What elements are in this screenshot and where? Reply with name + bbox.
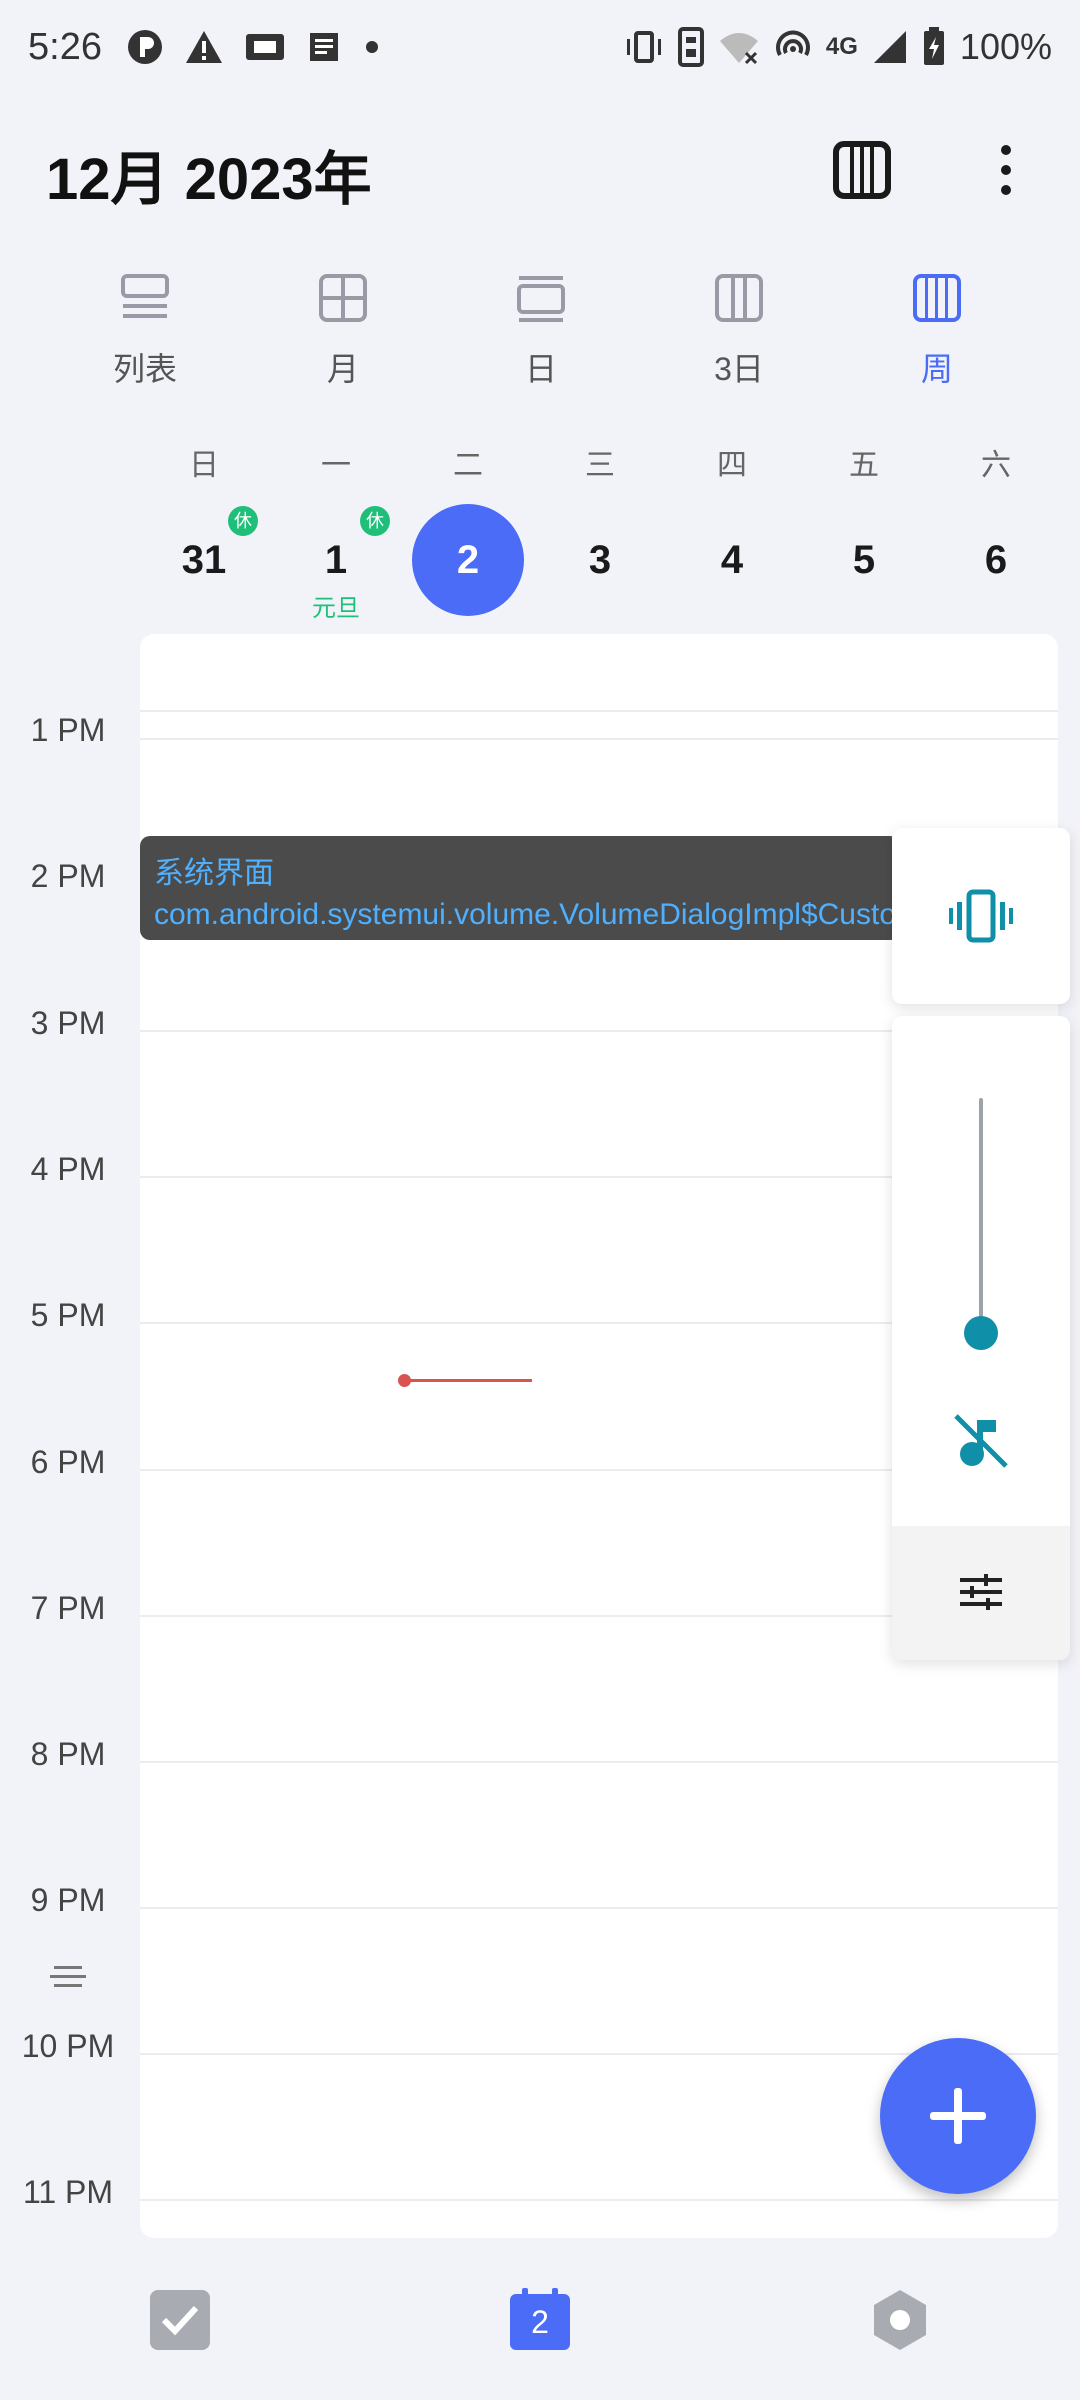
- tab-label: 周: [920, 351, 953, 387]
- tab-label: 日: [524, 351, 557, 387]
- date-cell[interactable]: 休 1 元旦: [270, 500, 402, 630]
- date-cell[interactable]: 5: [798, 500, 930, 630]
- weekday-label: 一: [321, 449, 351, 482]
- cast-icon: [246, 34, 284, 60]
- tab-three-day[interactable]: 3日: [640, 270, 838, 410]
- volume-panel: [892, 1016, 1070, 1660]
- tasks-checkbox-icon: [150, 2290, 210, 2350]
- grid-line: [140, 2199, 1058, 2201]
- view-mode-tabs: 列表 月 日 3日 周: [46, 270, 1036, 410]
- grid-line: [140, 1907, 1058, 1909]
- volume-slider-track[interactable]: [979, 1098, 983, 1348]
- time-label: 3 PM: [30, 1005, 106, 1041]
- current-time-dot: [398, 1374, 411, 1387]
- holiday-badge: 休: [228, 506, 258, 536]
- weekday-label: 四: [717, 449, 747, 482]
- time-label: 2 PM: [30, 858, 106, 894]
- weekday-header: 日 一 二 三 四 五 六: [138, 440, 1062, 484]
- weekday-label: 日: [189, 449, 219, 482]
- add-event-button[interactable]: [880, 2038, 1036, 2194]
- time-label: 5 PM: [30, 1297, 106, 1333]
- tab-week[interactable]: 周: [838, 270, 1036, 410]
- tab-month[interactable]: 月: [244, 270, 442, 410]
- weekday-label: 三: [585, 449, 615, 482]
- notification-icons: [126, 28, 382, 66]
- weekday-label: 六: [981, 449, 1011, 482]
- nav-calendar[interactable]: 2: [508, 2288, 572, 2352]
- network-type-label: 4G: [825, 33, 858, 60]
- day-view-icon: [517, 276, 565, 322]
- tab-day[interactable]: 日: [442, 270, 640, 410]
- date-cell[interactable]: 休 31: [138, 500, 270, 630]
- tab-label: 3日: [714, 351, 764, 387]
- date-number: 4: [720, 538, 744, 582]
- date-number: 5: [852, 538, 876, 582]
- time-axis: 1 PM 2 PM 3 PM 4 PM 5 PM 6 PM 7 PM 8 PM …: [0, 0, 138, 2400]
- weekday-label: 二: [453, 449, 483, 482]
- battery-charging-icon: [923, 27, 944, 65]
- hotspot-icon: [775, 30, 810, 56]
- time-label: 1 PM: [30, 712, 106, 748]
- plus-icon: [930, 2088, 986, 2144]
- date-cell[interactable]: 6: [930, 500, 1062, 630]
- ringer-mode-button[interactable]: [892, 828, 1070, 1004]
- time-label: 6 PM: [30, 1444, 106, 1480]
- warning-icon: [186, 31, 222, 63]
- vibrate-mode-icon: [949, 889, 1013, 943]
- month-view-icon: [319, 274, 367, 322]
- toast-body: com.android.systemui.volume.VolumeDialog…: [154, 898, 900, 931]
- status-bar: 5:26 4G 100%: [0, 0, 1080, 100]
- vibrate-icon: [626, 31, 661, 63]
- weekday-label: 五: [849, 449, 879, 482]
- battery-percent: 100%: [959, 26, 1052, 67]
- sim-icon: [677, 27, 704, 67]
- nav-tasks[interactable]: [148, 2288, 212, 2352]
- date-number: 3: [588, 538, 612, 582]
- date-number: 2: [456, 538, 480, 582]
- system-toast: 系统界面 com.android.systemui.volume.VolumeD…: [140, 836, 900, 940]
- week-view-toggle-icon[interactable]: [830, 138, 894, 202]
- system-icons: 4G 100%: [624, 26, 1052, 68]
- grid-line: [140, 738, 1058, 740]
- holiday-badge: 休: [360, 506, 390, 536]
- date-cell-today[interactable]: 2: [402, 500, 534, 630]
- wifi-off-icon: [719, 33, 758, 65]
- date-number: 1: [324, 538, 348, 582]
- sound-settings-icon[interactable]: [958, 1572, 1004, 1612]
- three-day-view-icon: [715, 274, 763, 322]
- time-label: 10 PM: [21, 2028, 115, 2064]
- date-number: 6: [984, 538, 1008, 582]
- settings-hexagon-icon: [874, 2290, 926, 2350]
- music-muted-icon[interactable]: [950, 1410, 1012, 1472]
- time-label: 11 PM: [22, 2174, 114, 2210]
- week-view-icon: [913, 274, 961, 322]
- grid-line: [140, 1761, 1058, 1763]
- time-label: 7 PM: [30, 1590, 106, 1626]
- calendar-today-number: 2: [531, 2304, 549, 2340]
- volume-settings-area: [892, 1526, 1070, 1660]
- time-label: 9 PM: [30, 1882, 106, 1918]
- bottom-navigation: 2: [0, 2250, 1080, 2400]
- more-notifications-dot-icon: [366, 41, 378, 53]
- volume-slider-thumb[interactable]: [964, 1316, 998, 1350]
- week-dates-row: 休 31 休 1 元旦 2 3 4 5 6: [138, 500, 1062, 630]
- date-number: 31: [181, 538, 227, 582]
- date-cell[interactable]: 3: [534, 500, 666, 630]
- signal-icon: [873, 31, 906, 63]
- date-cell[interactable]: 4: [666, 500, 798, 630]
- current-time-line: [404, 1379, 532, 1382]
- collapse-hours-icon[interactable]: [48, 1962, 88, 1992]
- more-options-icon[interactable]: [976, 138, 1036, 202]
- news-icon: [310, 33, 338, 61]
- time-label: 8 PM: [30, 1736, 106, 1772]
- holiday-name: 元旦: [312, 595, 360, 622]
- toast-title: 系统界面: [154, 857, 274, 890]
- time-label: 4 PM: [30, 1151, 106, 1187]
- tab-label: 月: [326, 351, 359, 387]
- nav-settings[interactable]: [868, 2288, 932, 2352]
- grid-line: [140, 710, 1058, 712]
